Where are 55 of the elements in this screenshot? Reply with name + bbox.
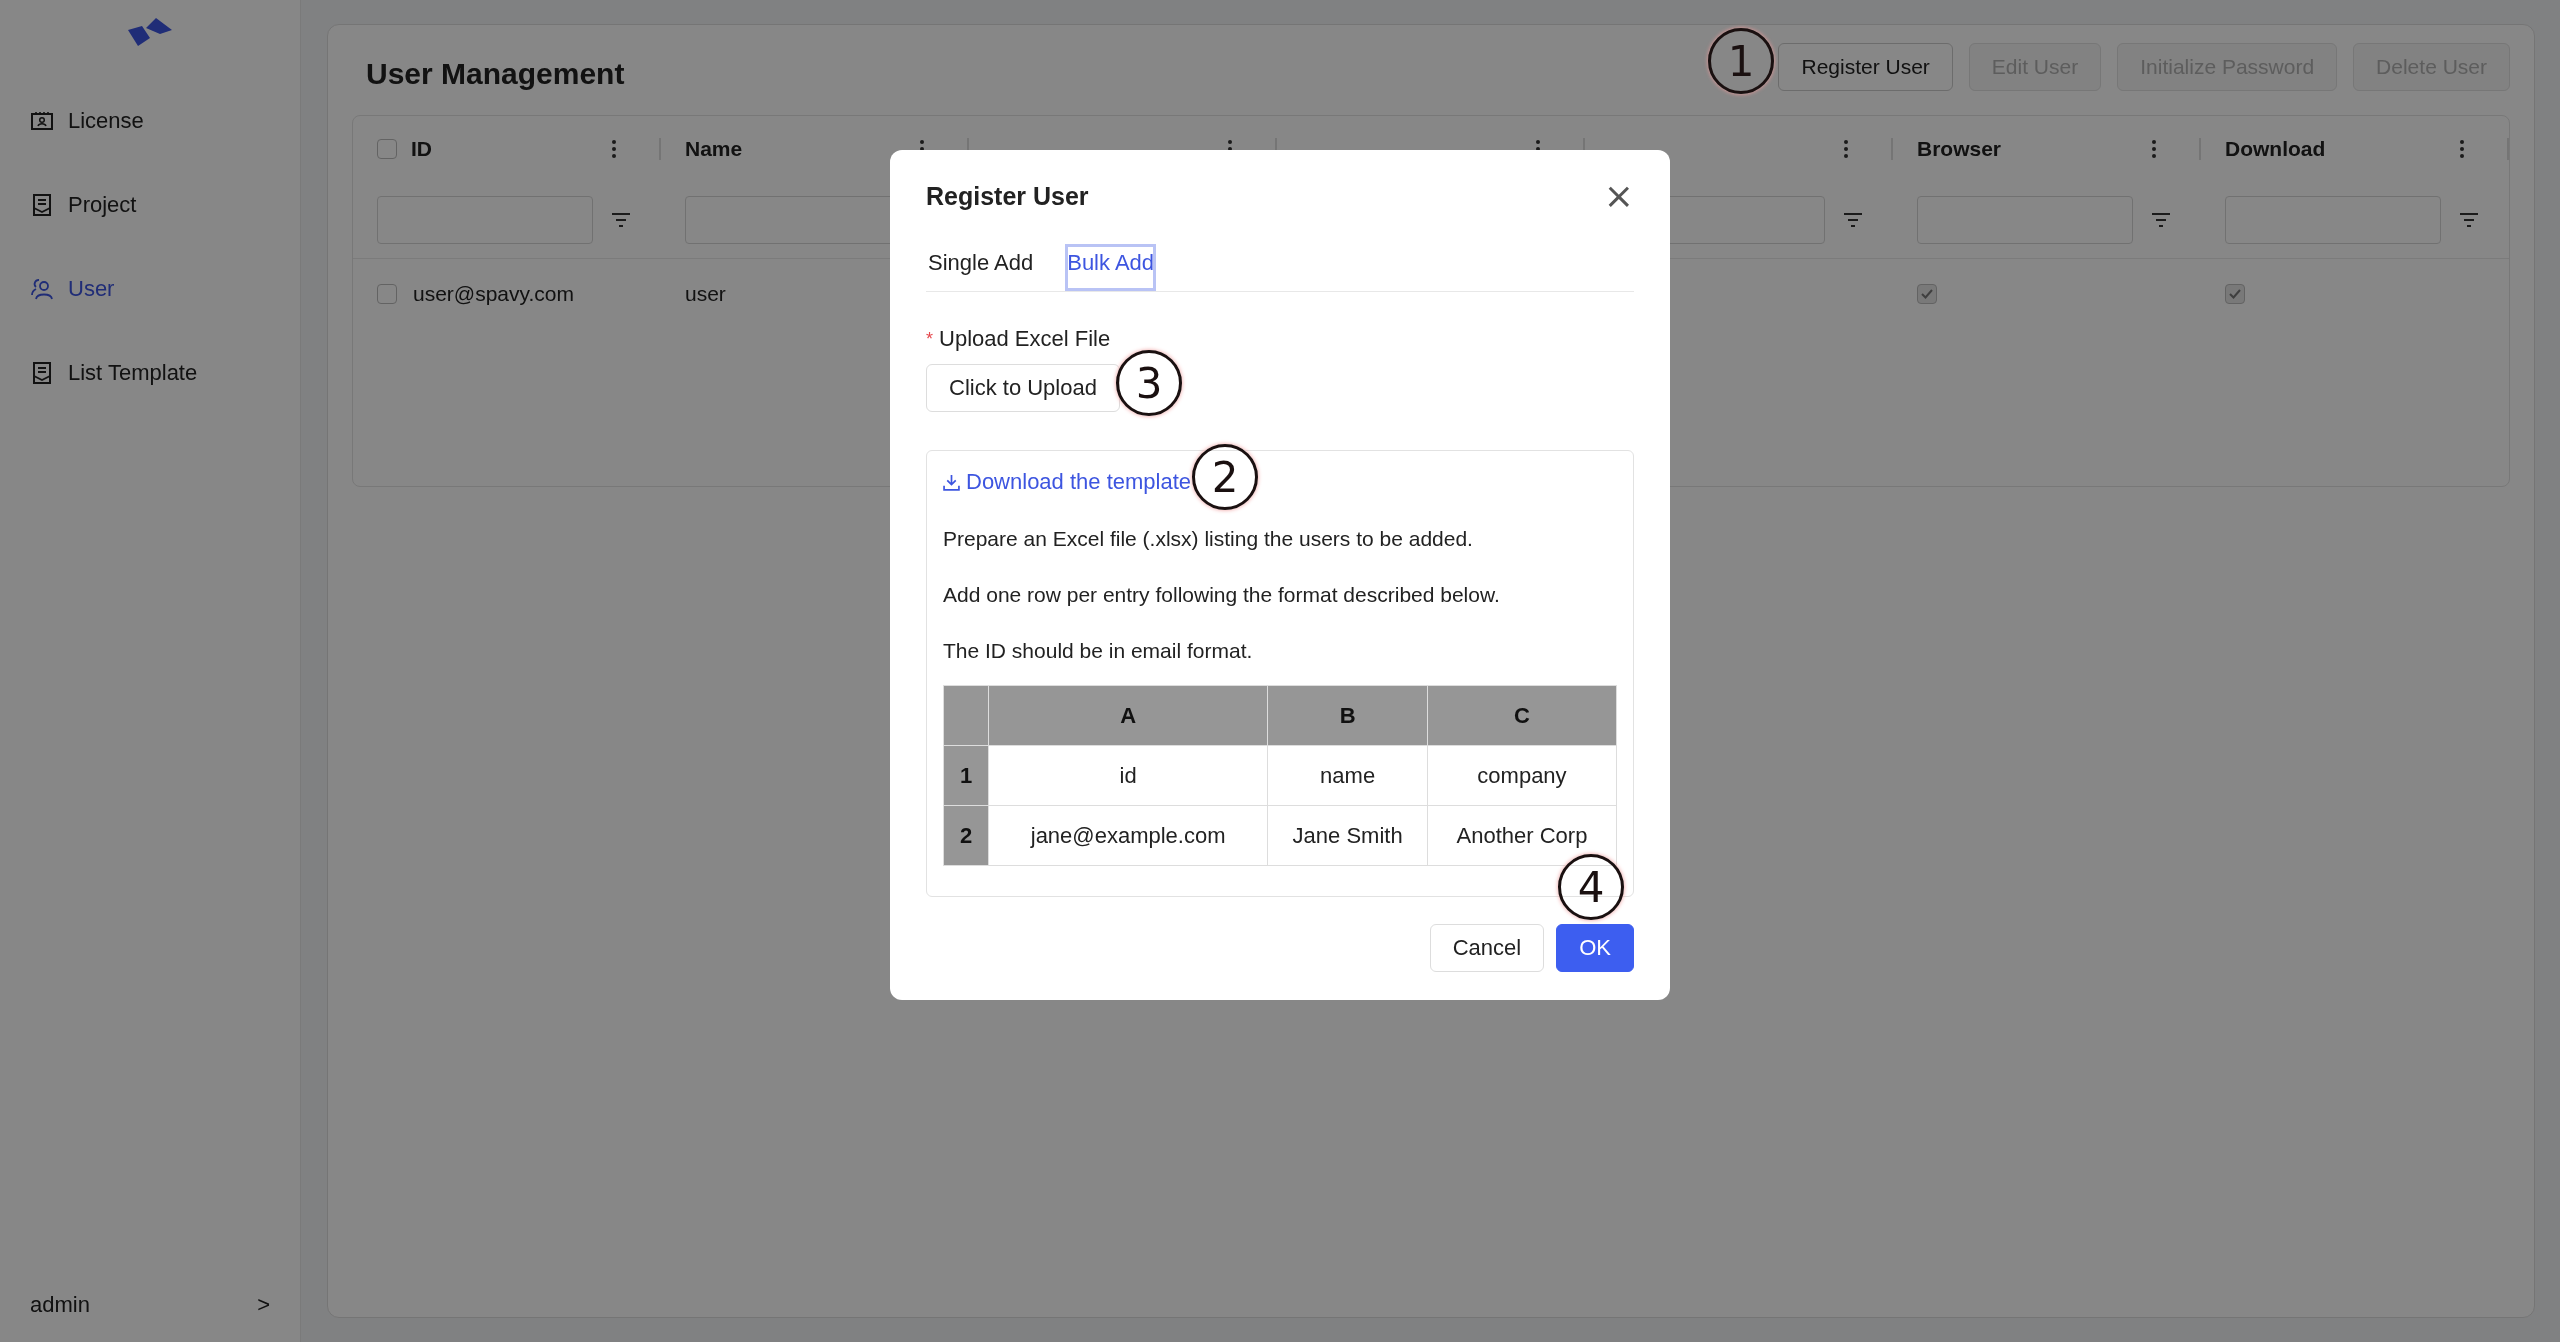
filter-icon[interactable] <box>2151 212 2171 228</box>
id-card-icon <box>30 109 54 133</box>
document-icon <box>30 361 54 385</box>
logo-icon <box>126 16 174 48</box>
users-icon <box>30 277 54 301</box>
sidebar-item[interactable]: List Template <box>30 350 300 396</box>
row-checkbox[interactable] <box>377 284 397 304</box>
column-letter: A <box>988 685 1268 746</box>
sidebar-item[interactable]: Project <box>30 182 300 228</box>
dialog-tab[interactable]: Single Add <box>926 244 1036 291</box>
table-cell: user <box>685 282 726 306</box>
instruction-text: The ID should be in email format. <box>943 639 1254 663</box>
sheet-cell: id <box>988 745 1268 806</box>
column-letter: B <box>1267 685 1428 746</box>
dialog-tab[interactable]: Bulk Add <box>1065 244 1157 291</box>
action-button[interactable]: Register User <box>1778 43 1953 91</box>
check-icon <box>1921 289 1933 299</box>
step-marker: 3 <box>1116 350 1182 416</box>
sheet-cell: company <box>1427 745 1617 806</box>
step-marker: 2 <box>1192 444 1258 510</box>
step-marker: 1 <box>1708 28 1774 94</box>
row-number: 2 <box>943 805 989 866</box>
row-number: 1 <box>943 745 989 806</box>
sheet-cell: Jane Smith <box>1267 805 1428 866</box>
close-button[interactable]: × <box>1603 178 1634 214</box>
page-title: User Management <box>366 57 625 91</box>
dialog-button[interactable]: OK <box>1556 924 1634 972</box>
select-all-checkbox[interactable] <box>377 139 397 159</box>
column-letter: C <box>1427 685 1617 746</box>
field-label: Upload Excel File <box>939 326 1111 352</box>
table-cell: user@spavy.com <box>413 282 574 306</box>
column-header: Download <box>2225 137 2326 161</box>
upload-button[interactable]: Click to Upload <box>926 364 1120 412</box>
account-menu[interactable]: admin > <box>0 1292 300 1318</box>
column-header: Name <box>685 137 743 161</box>
step-marker: 4 <box>1558 854 1624 920</box>
filter-icon[interactable] <box>1843 212 1863 228</box>
required-mark: * <box>926 328 933 350</box>
sidebar-item[interactable]: License <box>30 98 300 144</box>
sheet-cell: Another Corp <box>1427 805 1617 866</box>
dialog-button[interactable]: Cancel <box>1429 924 1545 972</box>
check-icon <box>2229 289 2241 299</box>
dialog-title: Register User <box>926 181 1089 211</box>
filter-icon[interactable] <box>611 212 631 228</box>
instruction-text: Prepare an Excel file (.xlsx) listing the users to be added. <box>943 527 1474 551</box>
sidebar-item[interactable]: User <box>30 266 300 312</box>
sheet-cell: jane@example.com <box>988 805 1268 866</box>
instruction-text: Add one row per entry following the format described below. <box>943 583 1501 607</box>
sheet-cell: name <box>1267 745 1428 806</box>
filter-icon[interactable] <box>2459 212 2479 228</box>
download-template-link[interactable]: Download the template <box>943 469 1192 495</box>
document-icon <box>30 193 54 217</box>
column-header: ID <box>411 137 432 161</box>
column-header: Browser <box>1917 137 2002 161</box>
download-icon <box>943 473 960 491</box>
